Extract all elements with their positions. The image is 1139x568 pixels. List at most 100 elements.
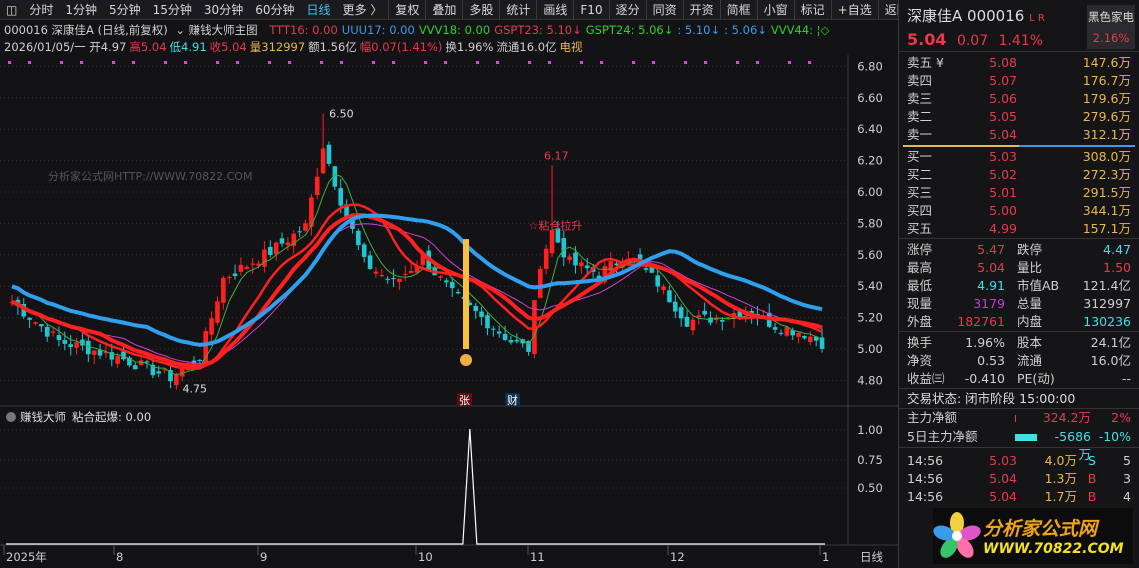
- toolbar: ◫ 分时 1分钟 5分钟 15分钟 30分钟 60分钟 日线 更多 〉复权 叠加 多股 统计 画线 F1…: [0, 0, 909, 20]
- candle-body: [238, 264, 244, 272]
- book-row[interactable]: 买二 5.02 272.3万: [899, 166, 1139, 184]
- toolbar-item[interactable]: 日线: [300, 0, 336, 20]
- book-row[interactable]: 卖三 5.06 179.6万: [899, 90, 1139, 108]
- stat-label: 最低: [907, 278, 933, 293]
- candle-body: [338, 188, 344, 206]
- sub-tick: 1.00: [857, 423, 883, 437]
- toolbar-item[interactable]: 60分钟: [249, 0, 300, 20]
- book-row[interactable]: 卖五 ¥ 5.08 147.6万: [899, 54, 1139, 72]
- stat-value: 130236: [1083, 314, 1131, 329]
- book-cell: 5.06: [989, 91, 1017, 106]
- candle-body: [250, 263, 255, 265]
- book-row[interactable]: 买五 4.99 157.1万: [899, 220, 1139, 238]
- toolbar-item[interactable]: 简框: [719, 0, 757, 20]
- kline-chart[interactable]: 6.80 6.60 6.40 6.20 6.00 5.80 5.60 5.40 5.20 5.00…: [0, 55, 898, 568]
- candle-body: [50, 331, 56, 333]
- book-cell: 147.6万: [1082, 55, 1131, 70]
- formula-dropdown[interactable]: ⌄ 赚钱大师主图: [175, 23, 261, 37]
- stat-value: 5.04: [977, 260, 1005, 275]
- book-row[interactable]: 卖四 5.07 176.7万: [899, 72, 1139, 90]
- indicator-value: UUU17: 0.00: [341, 23, 415, 37]
- tick-cell: 3: [1123, 471, 1131, 486]
- candle-body: [97, 350, 103, 356]
- candle-body: [538, 268, 543, 298]
- candle-body: [391, 278, 396, 280]
- stat-value: 5.47: [977, 242, 1005, 257]
- toolbar-item[interactable]: +自选: [830, 0, 878, 20]
- tick-cell: 5: [1123, 453, 1131, 468]
- toolbar-item[interactable]: 小窗: [756, 0, 794, 20]
- book-cell: 卖五 ¥: [907, 55, 944, 70]
- quote-field: 幅0.07(1.41%): [359, 40, 443, 54]
- candle-body: [326, 144, 332, 164]
- toolbar-item[interactable]: 画线: [536, 0, 573, 20]
- watermark: 分析家公式网HTTP://WWW.70822.COM: [48, 169, 252, 183]
- book-row[interactable]: 买一 5.03 308.0万: [899, 148, 1139, 166]
- signal-dot: [736, 61, 739, 64]
- stat-label: 总量: [1017, 296, 1043, 311]
- candle-body: [684, 316, 690, 327]
- candle-body: [273, 242, 279, 255]
- book-row[interactable]: 买四 5.00 344.1万: [899, 202, 1139, 220]
- lr-flag: L R: [1029, 13, 1045, 24]
- toolbar-item[interactable]: 1分钟: [59, 0, 103, 20]
- time-label: 12: [670, 550, 685, 564]
- book-row[interactable]: 卖二 5.05 279.6万: [899, 108, 1139, 126]
- book-cell: 308.0万: [1082, 149, 1131, 164]
- signal-dot: [548, 61, 551, 64]
- signal-dot: [496, 61, 499, 64]
- indicator-value: GSPT23: 5.10↓: [494, 23, 582, 37]
- period-label[interactable]: 日线: [860, 550, 883, 564]
- candle-body: [215, 301, 220, 323]
- stat-value: 24.1亿: [1090, 335, 1131, 350]
- candle-body: [444, 280, 449, 283]
- toolbar-item[interactable]: 统计: [499, 0, 536, 20]
- price-tick: 5.20: [857, 311, 883, 325]
- flow-pct: 2%: [1111, 410, 1131, 425]
- toolbar-item[interactable]: 逐分: [608, 0, 646, 20]
- tick-cell: B: [1087, 489, 1097, 504]
- toolbar-item[interactable]: 更多 〉: [337, 0, 389, 20]
- tick-cell: 14:56: [907, 453, 944, 468]
- candle-body: [573, 252, 578, 266]
- book-row[interactable]: 卖一 5.04 312.1万: [899, 126, 1139, 144]
- candle-body: [174, 374, 179, 386]
- toolbar-item[interactable]: 多股: [462, 0, 499, 20]
- time-label: 9: [260, 550, 267, 564]
- candle-body: [719, 320, 725, 322]
- book-cell: 买一: [907, 149, 933, 164]
- toolbar-item[interactable]: 标记: [793, 0, 831, 20]
- flow-label: 主力净额: [907, 410, 958, 425]
- toolbar-item[interactable]: 分时: [23, 0, 59, 20]
- toolbar-item[interactable]: 复权: [388, 0, 425, 20]
- stat-label: 内盘: [1017, 314, 1043, 329]
- toolbar-item[interactable]: 5分钟: [103, 0, 147, 20]
- stat-row: 最低 4.91 市值AB 121.4亿: [899, 277, 1139, 295]
- sub-dropdown-icon[interactable]: [6, 412, 16, 422]
- candle-body: [226, 277, 232, 279]
- toolbar-item[interactable]: F10: [573, 0, 608, 20]
- quote-field: 换1.96%: [445, 40, 494, 54]
- toolbar-item[interactable]: 30分钟: [198, 0, 249, 20]
- stats-grid-2: 换手 1.96% 股本 24.1亿 净资 0.53 流通 16.0亿 收益㈢ -0.410 PE(动…: [899, 331, 1139, 388]
- signal-dot: [528, 61, 531, 64]
- signal-dot: [808, 61, 811, 64]
- signal-label: ☆粘合拉升: [529, 218, 583, 232]
- signal-dot: [372, 61, 375, 64]
- sector-badge[interactable]: 黑色家电 2.16%: [1087, 5, 1135, 49]
- toolbar-item[interactable]: 叠加: [425, 0, 462, 20]
- money-flow: 主力净额 324.2万 2% 5日主力净额 -5686万 -10%: [899, 408, 1139, 462]
- tick-cell: 5.03: [989, 453, 1017, 468]
- tick-cell: 1.3万: [1044, 471, 1077, 486]
- price-tick: 6.80: [857, 59, 883, 73]
- panel-toggle-icon[interactable]: ◫: [0, 0, 23, 20]
- toolbar-item[interactable]: 开资: [682, 0, 720, 20]
- toolbar-item[interactable]: 同资: [645, 0, 683, 20]
- book-row[interactable]: 买三 5.01 291.5万: [899, 184, 1139, 202]
- toolbar-item[interactable]: 15分钟: [147, 0, 198, 20]
- price-tick: 5.80: [857, 216, 883, 230]
- quote-field: 流通16.0亿: [496, 40, 557, 54]
- flow-bar: [1015, 434, 1037, 441]
- stat-row: 现量 3179 总量 312997: [899, 295, 1139, 313]
- flow-row: 5日主力净额 -5686万 -10%: [899, 428, 1139, 462]
